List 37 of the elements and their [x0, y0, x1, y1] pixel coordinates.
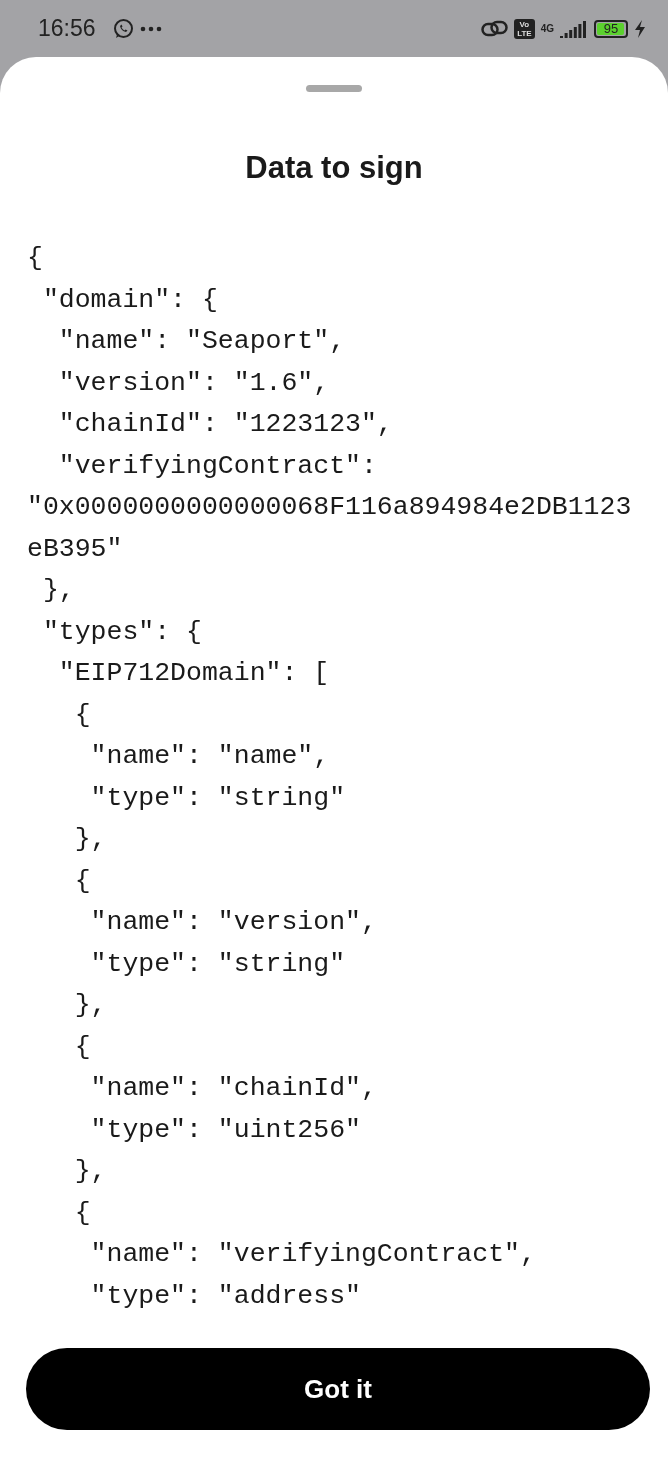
- code-line: {: [73, 864, 91, 898]
- code-line: },: [73, 1155, 107, 1188]
- code-line: {: [73, 1196, 91, 1230]
- code-line: "type": "string": [89, 781, 346, 815]
- more-icon: [139, 25, 162, 32]
- code-line: },: [73, 823, 107, 856]
- code-line: "name": "version",: [89, 906, 377, 939]
- code-line: "chainId": "1223123",: [57, 408, 393, 441]
- volte-badge: Vo LTE: [514, 18, 535, 39]
- drag-handle[interactable]: [306, 85, 362, 92]
- code-line: "name": "chainId",: [89, 1072, 377, 1105]
- code-line: "type": "address": [89, 1279, 361, 1313]
- code-line: "name": "verifyingContract",: [89, 1238, 536, 1271]
- code-line: {: [27, 242, 43, 275]
- code-line: "verifyingContract":: [57, 449, 377, 483]
- chat-icon: [111, 17, 134, 40]
- code-line: "type": "string": [89, 947, 346, 981]
- link-icon: [481, 18, 509, 39]
- code-line: },: [41, 574, 75, 607]
- signal-icon: [560, 19, 588, 38]
- code-line: {: [73, 698, 91, 732]
- code-line: {: [73, 1030, 91, 1064]
- code-line: "version": "1.6",: [57, 366, 330, 400]
- code-line: "name": "Seaport",: [57, 325, 346, 358]
- code-line: eB395": [27, 532, 123, 566]
- code-line: "type": "uint256": [89, 1113, 361, 1147]
- got-it-button[interactable]: Got it: [26, 1348, 650, 1430]
- code-line: "EIP712Domain": [: [57, 657, 330, 690]
- network-type: 4G: [540, 23, 554, 34]
- battery-percent: 95: [602, 21, 620, 36]
- code-line: "types": {: [41, 615, 202, 649]
- code-line: "domain": {: [41, 283, 218, 317]
- code-line: "name": "name",: [89, 740, 330, 773]
- code-line: },: [73, 989, 107, 1022]
- sheet-title: Data to sign: [244, 150, 424, 186]
- code-line: "0x0000000000000068F116a894984e2DB1123: [27, 491, 632, 524]
- status-time: 16:56: [38, 15, 96, 42]
